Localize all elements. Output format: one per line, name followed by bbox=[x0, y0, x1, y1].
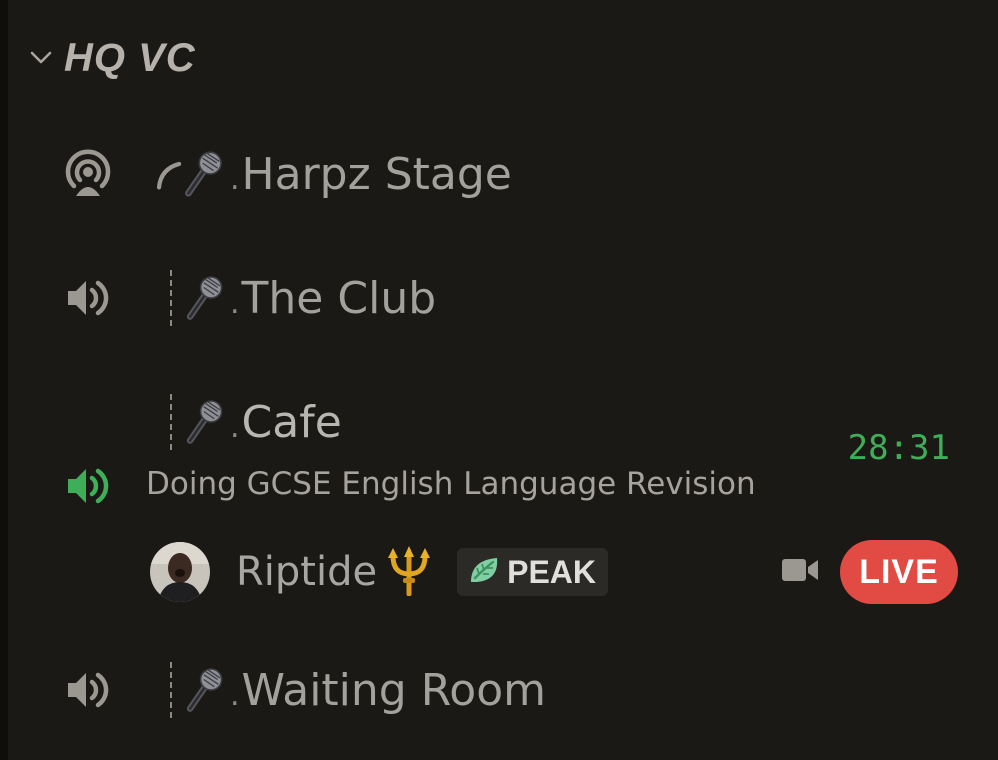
video-camera-icon bbox=[780, 555, 820, 589]
user-name: Riptide bbox=[236, 549, 378, 595]
channel-the-club[interactable]: .The Club bbox=[58, 258, 436, 338]
microphone-icon bbox=[186, 276, 223, 320]
channel-sidebar: HQ VC .Harpz Stage .The Club .Cafe 28:31… bbox=[0, 0, 998, 760]
channel-status-text: Doing GCSE English Language Revision bbox=[146, 466, 756, 502]
channel-name: .Waiting Room bbox=[230, 664, 547, 716]
channel-name: .Cafe bbox=[230, 396, 342, 448]
channel-name: .The Club bbox=[230, 272, 437, 324]
channel-prefix bbox=[154, 144, 224, 204]
avatar[interactable] bbox=[150, 542, 210, 602]
channel-prefix bbox=[154, 268, 224, 328]
channel-prefix bbox=[154, 660, 224, 720]
server-tag[interactable]: PEAK bbox=[457, 548, 608, 596]
curve-glyph bbox=[156, 161, 182, 190]
trident-icon bbox=[385, 544, 433, 600]
channel-waiting-room[interactable]: .Waiting Room bbox=[58, 650, 546, 730]
microphone-icon bbox=[186, 400, 223, 444]
category-title: HQ VC bbox=[64, 35, 196, 80]
channel-harpz-stage[interactable]: .Harpz Stage bbox=[58, 134, 512, 214]
leaf-icon bbox=[467, 554, 503, 590]
speaker-icon bbox=[58, 660, 118, 720]
speaker-icon-active bbox=[58, 456, 118, 516]
stage-icon bbox=[58, 144, 118, 204]
call-timer: 28:31 bbox=[847, 428, 950, 468]
chevron-down-icon[interactable] bbox=[26, 43, 56, 73]
server-tag-label: PEAK bbox=[507, 553, 596, 590]
dotted-divider bbox=[170, 394, 172, 450]
dotted-divider bbox=[170, 270, 172, 326]
voice-user-riptide[interactable]: Riptide PEAK LIVE bbox=[150, 540, 958, 604]
channel-cafe[interactable]: .Cafe bbox=[58, 382, 342, 504]
channel-prefix bbox=[154, 392, 224, 452]
live-badge[interactable]: LIVE bbox=[840, 540, 958, 604]
category-header[interactable]: HQ VC bbox=[26, 30, 196, 86]
speaker-icon bbox=[58, 268, 118, 328]
channel-name: .Harpz Stage bbox=[230, 148, 512, 200]
dotted-divider bbox=[170, 662, 172, 718]
microphone-icon bbox=[186, 668, 223, 712]
microphone-icon bbox=[185, 151, 223, 197]
